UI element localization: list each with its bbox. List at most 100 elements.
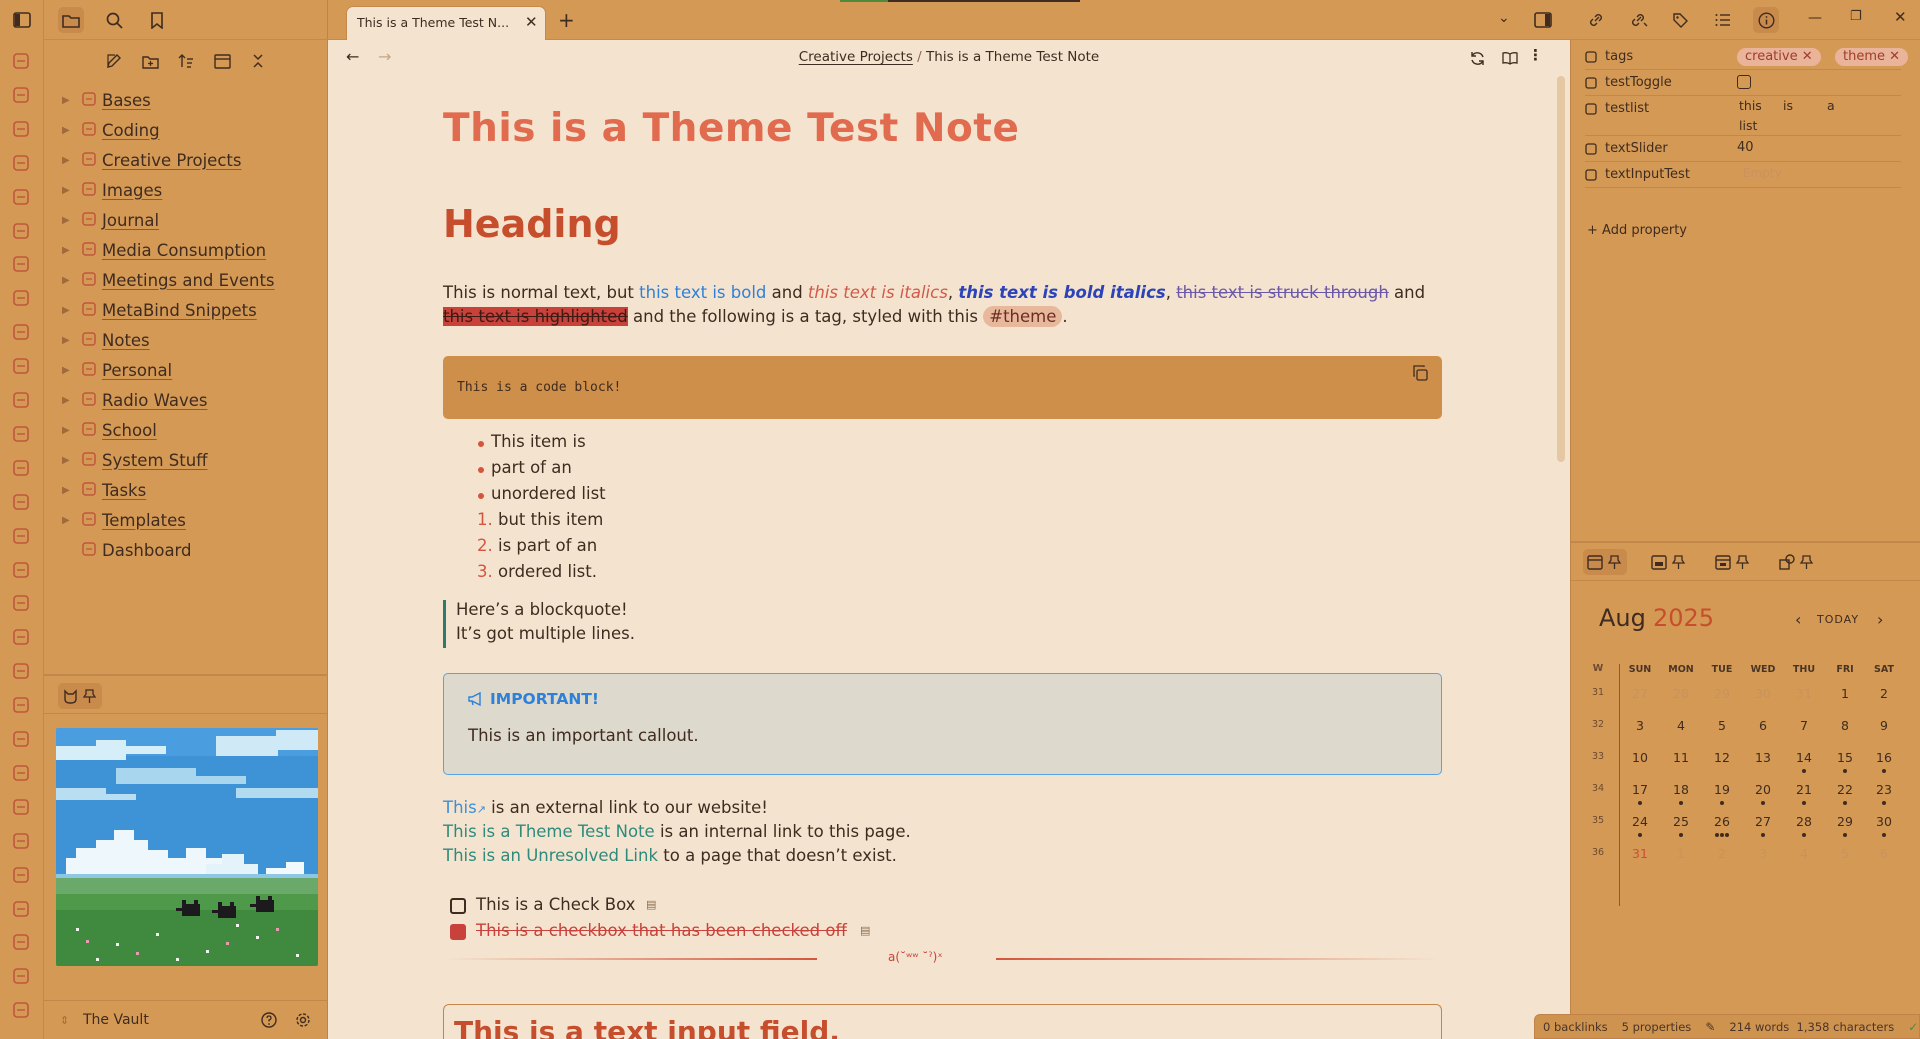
lock-icon[interactable] [12, 459, 32, 479]
pixel-cat-tab[interactable] [58, 683, 102, 709]
toggle-sidebar-icon[interactable] [9, 7, 35, 33]
collapse-all-icon[interactable] [245, 48, 271, 74]
calendar-day[interactable]: 7 [1789, 718, 1819, 733]
settings-gear-icon[interactable] [290, 1007, 316, 1033]
tab-active-note[interactable]: This is a Theme Test N... ✕ [346, 6, 546, 40]
calendar-day[interactable]: 29 [1707, 686, 1737, 701]
scrollbar-thumb[interactable] [1557, 76, 1565, 462]
calendar-tab[interactable] [1583, 549, 1627, 575]
calendar-plus-icon[interactable] [12, 1001, 32, 1021]
calendar-day[interactable]: 15 [1830, 750, 1860, 765]
list-icon[interactable] [12, 764, 32, 784]
calendar-day[interactable]: 26 [1707, 814, 1737, 829]
percent-icon[interactable] [12, 323, 32, 343]
sidebar-item-dashboard[interactable]: Dashboard [44, 536, 328, 564]
list-value-pill[interactable]: list [1739, 118, 1757, 133]
calendar-day[interactable]: 20 [1748, 782, 1778, 797]
calendar-day[interactable]: 5 [1707, 718, 1737, 733]
restore-window-icon[interactable]: ❐ [1850, 9, 1862, 24]
week-number[interactable]: 35 [1589, 815, 1607, 826]
sidebar-item-media-consumption[interactable]: ▶ Media Consumption [44, 236, 328, 264]
calendar-day[interactable]: 16 [1869, 750, 1899, 765]
sidebar-item-coding[interactable]: ▶ Coding [44, 116, 328, 144]
sidebar-item-radio-waves[interactable]: ▶ Radio Waves [44, 386, 328, 414]
home-icon[interactable] [12, 594, 32, 614]
property-key[interactable]: testToggle [1605, 75, 1672, 90]
chevron-right-icon[interactable]: ▶ [62, 455, 70, 466]
note-title[interactable]: This is a Theme Test Note [443, 106, 1019, 151]
calendar-day[interactable]: 19 [1707, 782, 1737, 797]
backlinks-count[interactable]: 0 backlinks [1543, 1020, 1608, 1034]
calendar-month-tab[interactable] [1711, 549, 1755, 575]
sidebar-item-journal[interactable]: ▶ Journal [44, 206, 328, 234]
chevron-right-icon[interactable]: ▶ [62, 275, 70, 286]
backlinks-icon[interactable] [1626, 7, 1652, 33]
calendar-day[interactable]: 24 [1625, 814, 1655, 829]
calendar-day[interactable]: 11 [1666, 750, 1696, 765]
property-key[interactable]: testlist [1605, 101, 1649, 116]
copy-icon[interactable] [12, 222, 32, 242]
task-checkbox-checked[interactable] [450, 924, 466, 940]
chevron-right-icon[interactable]: ▶ [62, 335, 70, 346]
calendar-day[interactable]: 22 [1830, 782, 1860, 797]
copy-code-icon[interactable] [1407, 360, 1433, 386]
new-folder-icon[interactable] [137, 48, 163, 74]
breadcrumb-note[interactable]: This is a Theme Test Note [926, 49, 1099, 65]
calendar-day[interactable]: 2 [1707, 846, 1737, 861]
calendar-day[interactable]: 8 [1830, 718, 1860, 733]
week-number[interactable]: 36 [1589, 847, 1607, 858]
calendar-day[interactable]: 1 [1830, 686, 1860, 701]
sync-icon[interactable] [1464, 45, 1490, 71]
outline-icon[interactable] [1710, 7, 1736, 33]
remove-tag-icon[interactable]: ✕ [1802, 49, 1813, 64]
calendar-day[interactable]: 31 [1789, 686, 1819, 701]
calendar-day[interactable]: 27 [1748, 814, 1778, 829]
callout-title[interactable]: IMPORTANT! [468, 690, 599, 708]
edit-pencil-icon[interactable]: ✎ [1705, 1020, 1715, 1034]
chevron-right-icon[interactable]: ▶ [62, 485, 70, 496]
vault-name[interactable]: The Vault [83, 1012, 149, 1028]
week-number[interactable]: 34 [1589, 783, 1607, 794]
calendar-week-icon[interactable] [12, 662, 32, 682]
calendar-day[interactable]: 5 [1830, 846, 1860, 861]
sidebar-item-meetings-and-events[interactable]: ▶ Meetings and Events [44, 266, 328, 294]
calendar-day[interactable]: 14 [1789, 750, 1819, 765]
calendar-day[interactable]: 13 [1748, 750, 1778, 765]
close-tab-icon[interactable]: ✕ [525, 13, 538, 31]
sync-check-icon[interactable]: ✓ [1908, 1020, 1918, 1034]
calendar-day[interactable]: 4 [1789, 846, 1819, 861]
close-window-icon[interactable]: ✕ [1894, 8, 1907, 26]
sidebar-item-personal[interactable]: ▶ Personal [44, 356, 328, 384]
new-tab-icon[interactable]: + [558, 8, 575, 32]
bookmark-icon[interactable] [144, 7, 170, 33]
minimize-window-icon[interactable]: — [1808, 10, 1822, 26]
sort-icon[interactable] [173, 48, 199, 74]
calendar-day[interactable]: 27 [1625, 686, 1655, 701]
outgoing-links-icon[interactable] [1584, 7, 1610, 33]
calendar-day[interactable]: 28 [1789, 814, 1819, 829]
breadcrumb-folder[interactable]: Creative Projects [799, 49, 913, 65]
table-icon[interactable] [12, 289, 32, 309]
property-key[interactable]: textInputTest [1605, 167, 1690, 182]
toggle-right-sidebar-icon[interactable] [1530, 7, 1556, 33]
calendar-week-tab[interactable] [1647, 549, 1691, 575]
calendar-day[interactable]: 23 [1869, 782, 1899, 797]
vault-switch-icon[interactable]: ⇕ [60, 1014, 69, 1027]
calendar-day[interactable]: 21 [1789, 782, 1819, 797]
calendar-day[interactable]: 30 [1748, 686, 1778, 701]
chevron-right-icon[interactable]: ▶ [62, 395, 70, 406]
more-options-icon[interactable]: ⋮ [1528, 46, 1543, 64]
calendar-day[interactable]: 1 [1666, 846, 1696, 861]
check-icon[interactable] [12, 900, 32, 920]
layout-icon[interactable] [12, 86, 32, 106]
remove-tag-icon[interactable]: ✕ [1889, 49, 1900, 64]
columns-icon[interactable] [12, 798, 32, 818]
new-note-icon[interactable] [12, 154, 32, 174]
sidebar-item-school[interactable]: ▶ School [44, 416, 328, 444]
calendar-day[interactable]: 9 [1869, 718, 1899, 733]
calendar-day[interactable]: 10 [1625, 750, 1655, 765]
properties-count[interactable]: 5 properties [1622, 1020, 1692, 1034]
calendar-day[interactable]: 25 [1666, 814, 1696, 829]
help-icon[interactable] [256, 1007, 282, 1033]
grid-icon[interactable] [12, 188, 32, 208]
